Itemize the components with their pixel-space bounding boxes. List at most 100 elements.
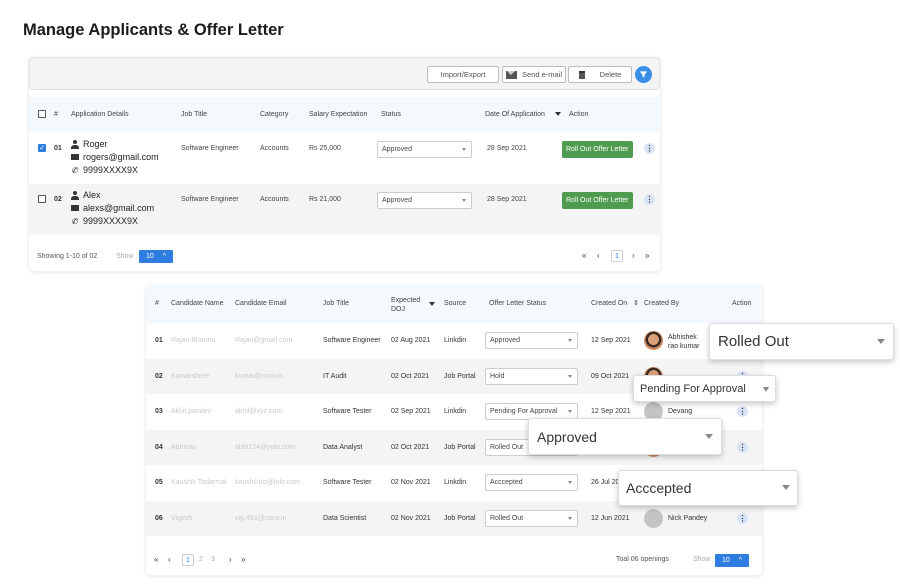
showing-count: Showing 1-10 of 02 bbox=[37, 253, 98, 260]
category: Accounts bbox=[260, 196, 289, 203]
applicant-phone-line: ✆ 9999XXXX9X bbox=[71, 216, 138, 226]
user-icon bbox=[71, 139, 79, 149]
created-on: 09 Oct 2021 bbox=[591, 372, 630, 380]
more-options-icon[interactable]: ⋮ bbox=[644, 194, 655, 205]
last-page-icon[interactable]: » bbox=[645, 251, 649, 260]
chevron-down-icon bbox=[462, 199, 466, 202]
candidate-email: kaushil.tro@jolo.com bbox=[235, 479, 301, 486]
row-number: 05 bbox=[155, 479, 163, 486]
job-title: Data Scientist bbox=[323, 514, 367, 522]
candidate-name: Kaushik Todarmal bbox=[171, 479, 227, 486]
chevron-down-icon bbox=[782, 485, 790, 490]
offer-status-select[interactable]: Hold bbox=[485, 367, 578, 385]
floating-status-dropdown[interactable]: Approved bbox=[528, 418, 722, 455]
candidate-name: Vigesh bbox=[171, 514, 193, 522]
offer-status-value: Rolled Out bbox=[490, 443, 524, 451]
status-select[interactable]: Approved bbox=[377, 141, 472, 158]
offer-status-value: Approved bbox=[490, 337, 520, 344]
row-number: 01 bbox=[155, 337, 163, 344]
applicants-card: Import/Export Send e-mail Delete # Appli… bbox=[29, 57, 660, 271]
floating-status-dropdown[interactable]: Rolled Out bbox=[709, 323, 894, 360]
sort-down-icon[interactable] bbox=[555, 112, 561, 116]
applicant-phone: 9999XXXX9X bbox=[83, 165, 139, 175]
col-expected-doj[interactable]: Expected DOJ bbox=[391, 296, 421, 314]
prev-page-icon[interactable]: ‹ bbox=[597, 251, 600, 260]
more-options-icon[interactable]: ⋮ bbox=[737, 512, 748, 524]
candidate-email: akhil@xyz.com bbox=[235, 408, 283, 415]
page-3-button[interactable]: 3 bbox=[211, 556, 215, 563]
page-title: Manage Applicants & Offer Letter bbox=[23, 21, 284, 39]
col-num: # bbox=[155, 300, 159, 307]
category: Accounts bbox=[260, 145, 289, 152]
select-all-checkbox[interactable] bbox=[38, 110, 46, 118]
page-2-button[interactable]: 2 bbox=[199, 556, 203, 563]
col-action: Action bbox=[732, 300, 752, 307]
sort-icon[interactable]: ⇕ bbox=[633, 299, 639, 307]
offer-status-select[interactable]: Approved bbox=[485, 332, 578, 349]
first-page-icon[interactable]: « bbox=[154, 555, 158, 564]
col-created-on[interactable]: Created On bbox=[591, 300, 627, 307]
chevron-down-icon bbox=[877, 339, 885, 344]
applicant-name: Roger bbox=[83, 139, 108, 149]
offer-status-select[interactable]: Acccepted bbox=[485, 474, 578, 491]
row-checkbox[interactable]: ✓ bbox=[38, 144, 46, 152]
applicant-name-line: Roger bbox=[71, 139, 108, 149]
applicant-email-line: rogers@gmail.com bbox=[71, 152, 159, 162]
page-1-button[interactable]: 1 bbox=[182, 554, 194, 566]
page-size-select[interactable]: 10 ^ bbox=[139, 250, 174, 263]
created-by: Nick Pandey bbox=[668, 514, 708, 522]
offer-status-value: Pending For Approval bbox=[490, 408, 558, 415]
chevron-up-icon: ^ bbox=[738, 557, 743, 564]
row-checkbox[interactable] bbox=[38, 195, 46, 203]
offer-status-select[interactable]: Rolled Out bbox=[485, 509, 578, 527]
send-email-label: Send e-mail bbox=[521, 70, 563, 79]
chevron-down-icon bbox=[568, 339, 572, 342]
delete-button[interactable]: Delete bbox=[568, 66, 632, 83]
delete-label: Delete bbox=[599, 70, 622, 79]
page-1-button[interactable]: 1 bbox=[611, 250, 623, 262]
expected-doj: 02 Aug 2021 bbox=[391, 337, 431, 344]
prev-page-icon[interactable]: ‹ bbox=[168, 555, 171, 564]
send-email-button[interactable]: Send e-mail bbox=[502, 66, 566, 83]
created-on: 26 Jul 20 bbox=[591, 479, 620, 486]
chevron-down-icon bbox=[568, 516, 572, 520]
next-page-icon[interactable]: › bbox=[632, 251, 635, 260]
col-num: # bbox=[54, 111, 58, 118]
page-size-select[interactable]: 10 ^ bbox=[715, 554, 750, 567]
created-on: 12 Jun 2021 bbox=[591, 514, 630, 522]
more-options-icon[interactable]: ⋮ bbox=[737, 441, 748, 453]
mail-icon bbox=[71, 154, 79, 160]
first-page-icon[interactable]: « bbox=[582, 251, 586, 260]
applicant-email-line: alexs@gmail.com bbox=[71, 203, 154, 213]
next-page-icon[interactable]: › bbox=[229, 555, 232, 564]
applicant-email: rogers@gmail.com bbox=[83, 152, 159, 162]
more-options-icon[interactable]: ⋮ bbox=[737, 406, 748, 417]
show-label: Show bbox=[116, 253, 134, 260]
floating-status-dropdown[interactable]: Pending For Approval bbox=[633, 375, 776, 402]
status-select[interactable]: Approved bbox=[377, 192, 472, 209]
last-page-icon[interactable]: » bbox=[241, 555, 245, 564]
row-number: 01 bbox=[54, 145, 62, 152]
dropdown-value: Acccepted bbox=[626, 480, 692, 496]
col-date[interactable]: Date Of Application bbox=[485, 111, 545, 118]
status-value: Approved bbox=[382, 146, 412, 153]
expected-doj: 02 Nov 2021 bbox=[391, 514, 431, 522]
job-title: Data Analyst bbox=[323, 443, 363, 451]
offer-status-value: Rolled Out bbox=[490, 514, 524, 522]
table-row: 02 Alex alexs@gmail.com ✆ 9999XXXX9X Soft… bbox=[29, 184, 660, 235]
filter-button[interactable] bbox=[635, 66, 652, 83]
floating-status-dropdown[interactable]: Acccepted bbox=[618, 470, 798, 506]
roll-out-offer-button[interactable]: Roll Out Offer Letter bbox=[562, 192, 633, 209]
source: Job Portal bbox=[444, 514, 476, 522]
phone-icon: ✆ bbox=[71, 216, 78, 226]
sort-down-icon[interactable] bbox=[429, 302, 435, 306]
dropdown-value: Pending For Approval bbox=[640, 382, 746, 395]
candidate-name: Kumarshree bbox=[171, 372, 210, 380]
roll-out-offer-button[interactable]: Roll Out Offer Letter bbox=[562, 141, 633, 158]
page-size-value: 10 bbox=[146, 253, 154, 260]
more-options-icon[interactable]: ⋮ bbox=[644, 143, 655, 154]
import-export-button[interactable]: Import/Export bbox=[427, 66, 499, 83]
show-label: Show bbox=[693, 556, 711, 563]
envelope-icon bbox=[505, 70, 517, 79]
col-created-by: Created By bbox=[644, 300, 680, 307]
